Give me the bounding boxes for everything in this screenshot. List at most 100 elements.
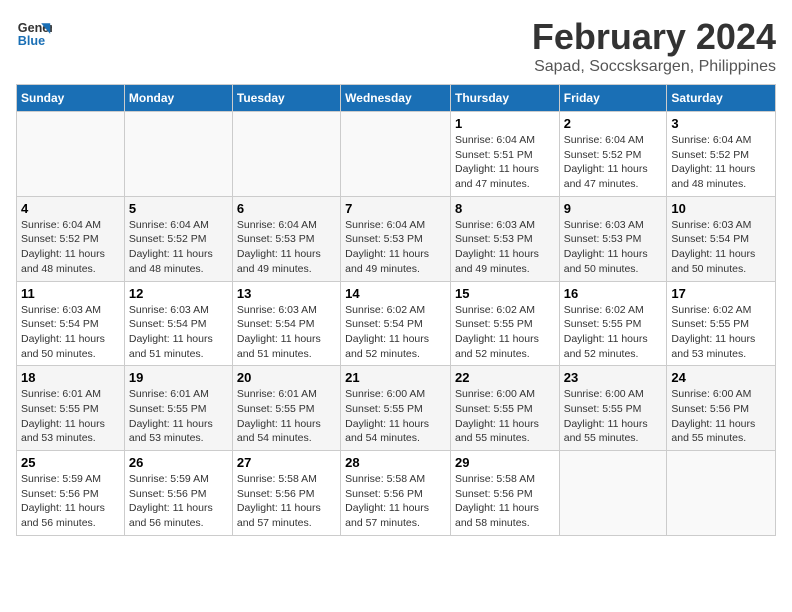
calendar-week-row: 1 Sunrise: 6:04 AMSunset: 5:51 PMDaylight… bbox=[17, 112, 776, 197]
calendar-cell: 23 Sunrise: 6:00 AMSunset: 5:55 PMDayligh… bbox=[559, 366, 667, 451]
day-info: Sunrise: 5:59 AMSunset: 5:56 PMDaylight:… bbox=[21, 472, 120, 531]
calendar-cell bbox=[667, 451, 776, 536]
day-info: Sunrise: 6:03 AMSunset: 5:54 PMDaylight:… bbox=[21, 303, 120, 362]
day-info: Sunrise: 6:01 AMSunset: 5:55 PMDaylight:… bbox=[129, 387, 228, 446]
day-info: Sunrise: 6:04 AMSunset: 5:51 PMDaylight:… bbox=[455, 133, 555, 192]
day-info: Sunrise: 6:03 AMSunset: 5:54 PMDaylight:… bbox=[129, 303, 228, 362]
calendar-cell: 28 Sunrise: 5:58 AMSunset: 5:56 PMDayligh… bbox=[341, 451, 451, 536]
calendar-cell: 8Sunrise: 6:03 AMSunset: 5:53 PMDaylight… bbox=[450, 196, 559, 281]
day-number: 24 bbox=[671, 370, 771, 385]
day-info: Sunrise: 6:00 AMSunset: 5:55 PMDaylight:… bbox=[564, 387, 663, 446]
day-info: Sunrise: 6:00 AMSunset: 5:55 PMDaylight:… bbox=[345, 387, 446, 446]
day-number: 27 bbox=[237, 455, 336, 470]
calendar-cell: 5Sunrise: 6:04 AMSunset: 5:52 PMDaylight… bbox=[124, 196, 232, 281]
weekday-header: Thursday bbox=[450, 85, 559, 112]
day-number: 21 bbox=[345, 370, 446, 385]
calendar-cell: 11Sunrise: 6:03 AMSunset: 5:54 PMDayligh… bbox=[17, 281, 125, 366]
day-number: 10 bbox=[671, 201, 771, 216]
day-number: 13 bbox=[237, 286, 336, 301]
day-number: 23 bbox=[564, 370, 663, 385]
calendar-cell: 26 Sunrise: 5:59 AMSunset: 5:56 PMDayligh… bbox=[124, 451, 232, 536]
day-number: 28 bbox=[345, 455, 446, 470]
calendar-cell: 10 Sunrise: 6:03 AMSunset: 5:54 PMDayligh… bbox=[667, 196, 776, 281]
day-info: Sunrise: 6:03 AMSunset: 5:54 PMDaylight:… bbox=[237, 303, 336, 362]
calendar-cell: 7 Sunrise: 6:04 AMSunset: 5:53 PMDaylight… bbox=[341, 196, 451, 281]
weekday-header: Wednesday bbox=[341, 85, 451, 112]
calendar-cell bbox=[341, 112, 451, 197]
day-info: Sunrise: 6:02 AMSunset: 5:54 PMDaylight:… bbox=[345, 303, 446, 362]
calendar-cell: 2 Sunrise: 6:04 AMSunset: 5:52 PMDaylight… bbox=[559, 112, 667, 197]
weekday-header: Tuesday bbox=[232, 85, 340, 112]
day-number: 4 bbox=[21, 201, 120, 216]
calendar-cell: 12 Sunrise: 6:03 AMSunset: 5:54 PMDayligh… bbox=[124, 281, 232, 366]
page-header: General Blue February 2024 Sapad, Soccsk… bbox=[16, 16, 776, 76]
day-info: Sunrise: 5:58 AMSunset: 5:56 PMDaylight:… bbox=[455, 472, 555, 531]
calendar-cell: 16Sunrise: 6:02 AMSunset: 5:55 PMDayligh… bbox=[559, 281, 667, 366]
day-info: Sunrise: 6:04 AMSunset: 5:52 PMDaylight:… bbox=[564, 133, 663, 192]
svg-text:Blue: Blue bbox=[18, 34, 45, 48]
day-number: 3 bbox=[671, 116, 771, 131]
day-info: Sunrise: 5:59 AMSunset: 5:56 PMDaylight:… bbox=[129, 472, 228, 531]
day-number: 1 bbox=[455, 116, 555, 131]
calendar-cell: 18Sunrise: 6:01 AMSunset: 5:55 PMDayligh… bbox=[17, 366, 125, 451]
day-number: 7 bbox=[345, 201, 446, 216]
day-info: Sunrise: 6:03 AMSunset: 5:54 PMDaylight:… bbox=[671, 218, 771, 277]
calendar-cell: 15Sunrise: 6:02 AMSunset: 5:55 PMDayligh… bbox=[450, 281, 559, 366]
day-info: Sunrise: 6:04 AMSunset: 5:53 PMDaylight:… bbox=[345, 218, 446, 277]
weekday-header: Monday bbox=[124, 85, 232, 112]
day-number: 17 bbox=[671, 286, 771, 301]
day-number: 29 bbox=[455, 455, 555, 470]
calendar-table: SundayMondayTuesdayWednesdayThursdayFrid… bbox=[16, 84, 776, 536]
calendar-week-row: 11Sunrise: 6:03 AMSunset: 5:54 PMDayligh… bbox=[17, 281, 776, 366]
day-number: 19 bbox=[129, 370, 228, 385]
calendar-cell bbox=[17, 112, 125, 197]
day-number: 18 bbox=[21, 370, 120, 385]
day-info: Sunrise: 6:03 AMSunset: 5:53 PMDaylight:… bbox=[564, 218, 663, 277]
day-info: Sunrise: 6:01 AMSunset: 5:55 PMDaylight:… bbox=[237, 387, 336, 446]
day-info: Sunrise: 6:00 AMSunset: 5:55 PMDaylight:… bbox=[455, 387, 555, 446]
calendar-cell: 17 Sunrise: 6:02 AMSunset: 5:55 PMDayligh… bbox=[667, 281, 776, 366]
calendar-cell: 20 Sunrise: 6:01 AMSunset: 5:55 PMDayligh… bbox=[232, 366, 340, 451]
calendar-cell: 1 Sunrise: 6:04 AMSunset: 5:51 PMDaylight… bbox=[450, 112, 559, 197]
weekday-header: Friday bbox=[559, 85, 667, 112]
logo-icon: General Blue bbox=[16, 16, 52, 52]
logo: General Blue bbox=[16, 16, 52, 52]
day-info: Sunrise: 6:02 AMSunset: 5:55 PMDaylight:… bbox=[564, 303, 663, 362]
calendar-week-row: 4 Sunrise: 6:04 AMSunset: 5:52 PMDaylight… bbox=[17, 196, 776, 281]
calendar-cell: 29 Sunrise: 5:58 AMSunset: 5:56 PMDayligh… bbox=[450, 451, 559, 536]
weekday-header-row: SundayMondayTuesdayWednesdayThursdayFrid… bbox=[17, 85, 776, 112]
day-info: Sunrise: 6:02 AMSunset: 5:55 PMDaylight:… bbox=[671, 303, 771, 362]
calendar-cell: 25Sunrise: 5:59 AMSunset: 5:56 PMDayligh… bbox=[17, 451, 125, 536]
weekday-header: Sunday bbox=[17, 85, 125, 112]
day-number: 9 bbox=[564, 201, 663, 216]
day-info: Sunrise: 5:58 AMSunset: 5:56 PMDaylight:… bbox=[237, 472, 336, 531]
day-number: 14 bbox=[345, 286, 446, 301]
calendar-week-row: 18 Sunrise: 6:01 AMSunset: 5:55 PMDayligh… bbox=[17, 366, 776, 451]
calendar-cell: 24Sunrise: 6:00 AMSunset: 5:56 PMDayligh… bbox=[667, 366, 776, 451]
calendar-cell: 6Sunrise: 6:04 AMSunset: 5:53 PMDaylight… bbox=[232, 196, 340, 281]
day-number: 22 bbox=[455, 370, 555, 385]
day-number: 12 bbox=[129, 286, 228, 301]
calendar-cell bbox=[559, 451, 667, 536]
calendar-cell bbox=[232, 112, 340, 197]
day-number: 2 bbox=[564, 116, 663, 131]
calendar-cell: 27 Sunrise: 5:58 AMSunset: 5:56 PMDayligh… bbox=[232, 451, 340, 536]
weekday-header: Saturday bbox=[667, 85, 776, 112]
day-number: 20 bbox=[237, 370, 336, 385]
calendar-week-row: 25Sunrise: 5:59 AMSunset: 5:56 PMDayligh… bbox=[17, 451, 776, 536]
day-info: Sunrise: 6:04 AMSunset: 5:52 PMDaylight:… bbox=[21, 218, 120, 277]
location-subtitle: Sapad, Soccsksargen, Philippines bbox=[532, 58, 776, 76]
day-info: Sunrise: 6:02 AMSunset: 5:55 PMDaylight:… bbox=[455, 303, 555, 362]
calendar-cell bbox=[124, 112, 232, 197]
day-number: 5 bbox=[129, 201, 228, 216]
calendar-cell: 9 Sunrise: 6:03 AMSunset: 5:53 PMDaylight… bbox=[559, 196, 667, 281]
day-number: 26 bbox=[129, 455, 228, 470]
month-title: February 2024 bbox=[532, 16, 776, 58]
calendar-cell: 14 Sunrise: 6:02 AMSunset: 5:54 PMDayligh… bbox=[341, 281, 451, 366]
day-info: Sunrise: 6:04 AMSunset: 5:52 PMDaylight:… bbox=[671, 133, 771, 192]
calendar-cell: 19 Sunrise: 6:01 AMSunset: 5:55 PMDayligh… bbox=[124, 366, 232, 451]
calendar-cell: 21 Sunrise: 6:00 AMSunset: 5:55 PMDayligh… bbox=[341, 366, 451, 451]
day-info: Sunrise: 5:58 AMSunset: 5:56 PMDaylight:… bbox=[345, 472, 446, 531]
calendar-cell: 13 Sunrise: 6:03 AMSunset: 5:54 PMDayligh… bbox=[232, 281, 340, 366]
calendar-cell: 22 Sunrise: 6:00 AMSunset: 5:55 PMDayligh… bbox=[450, 366, 559, 451]
